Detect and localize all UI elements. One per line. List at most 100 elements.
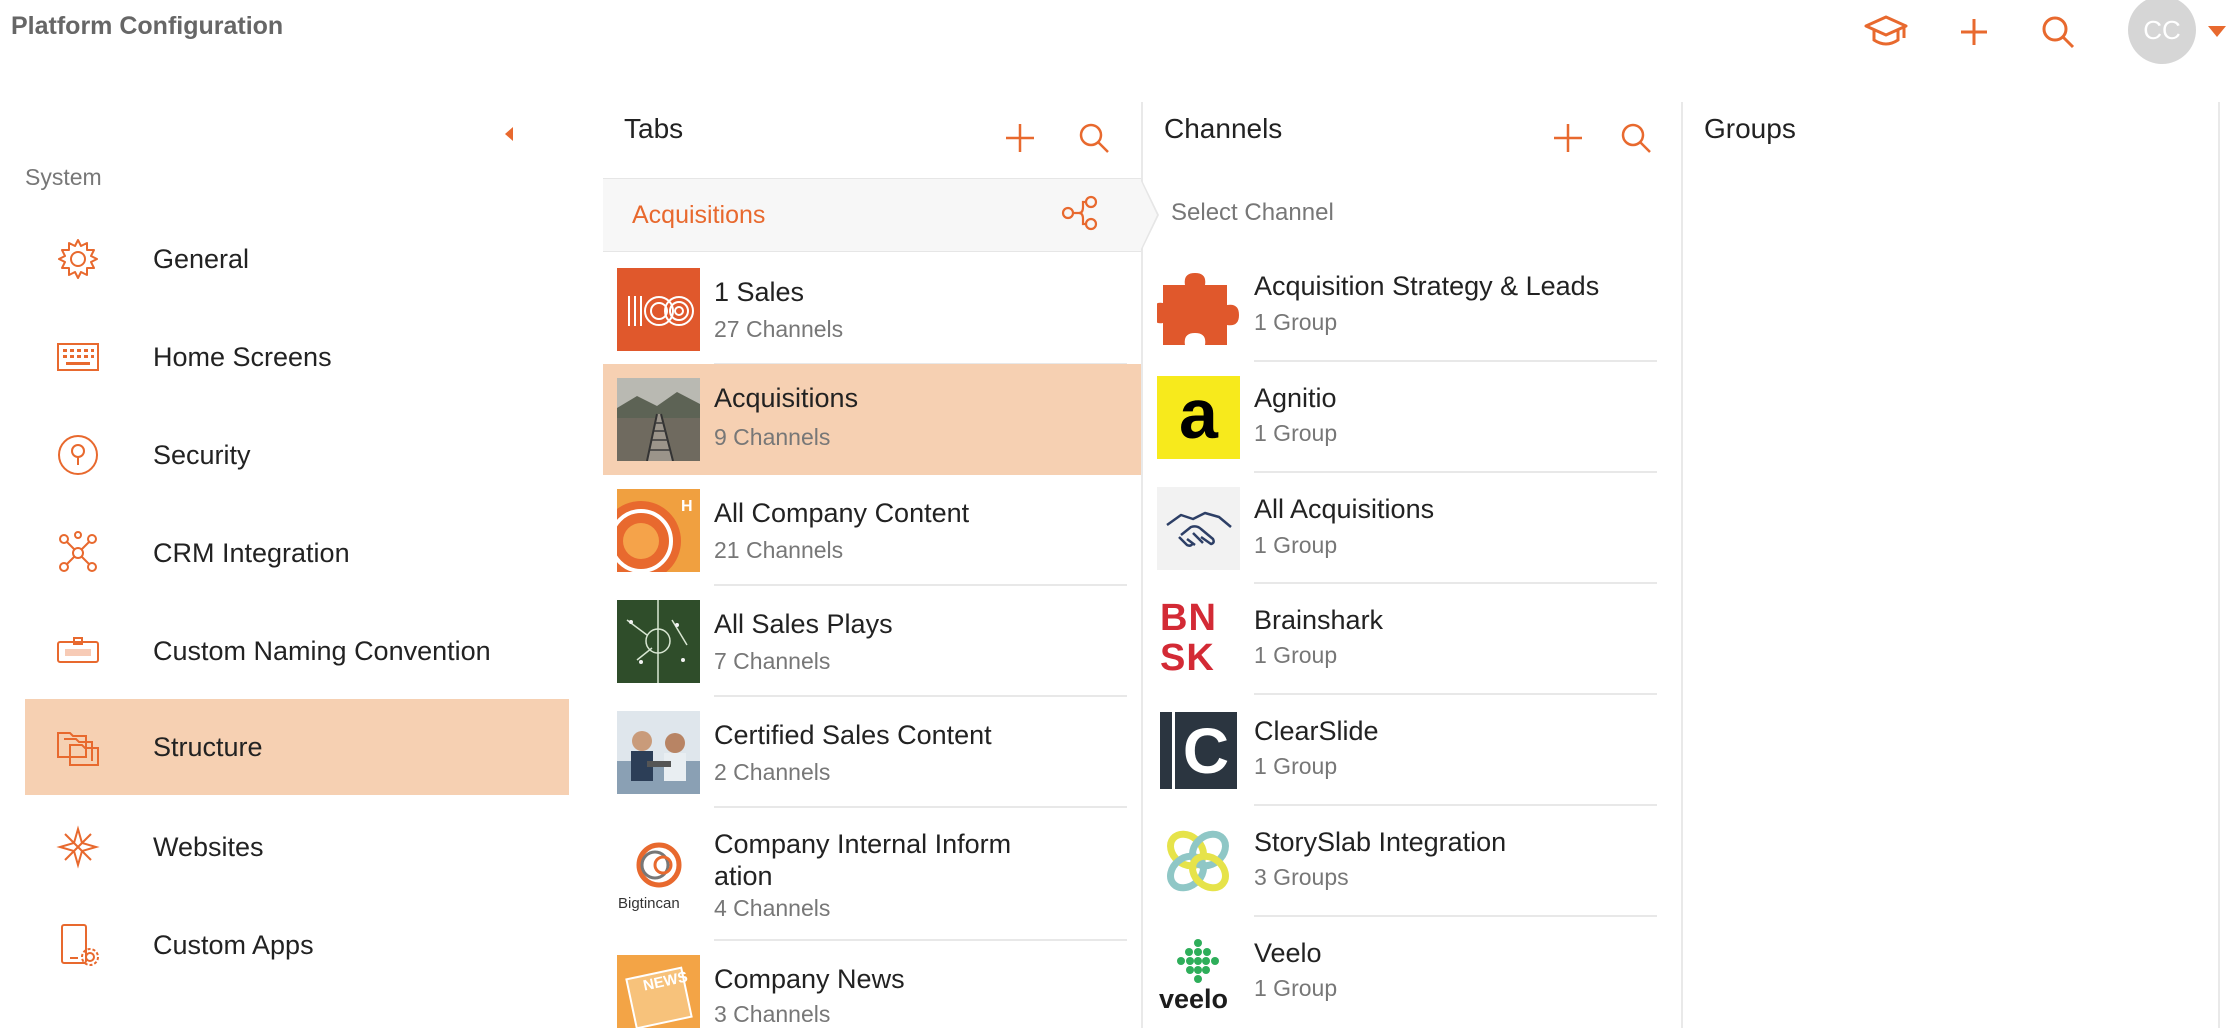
channel-row[interactable]: StorySlab Integration 3 Groups	[1143, 806, 1671, 917]
tab-name: Acquisitions	[714, 383, 859, 413]
channels-title: Channels	[1164, 113, 1283, 144]
svg-text:H: H	[681, 498, 693, 515]
channel-row[interactable]: a Agnitio 1 Group	[1143, 362, 1671, 473]
tab-name: Company Internal Inform ation	[714, 829, 1012, 891]
tab-name: All Company Content	[714, 498, 970, 528]
thumb-logo-text: veelo	[1159, 984, 1229, 1014]
thumb-logo-text: a	[1179, 376, 1218, 453]
thumb-logo-text: C	[1182, 714, 1230, 787]
sidebar-item-custom-apps[interactable]: Custom Apps	[25, 897, 569, 993]
tab-thumbnail	[617, 268, 700, 351]
channel-name: Veelo	[1254, 938, 1322, 968]
channel-thumbnail: C	[1157, 709, 1240, 792]
tab-name: 1 Sales	[714, 277, 805, 307]
tab-thumbnail	[617, 711, 700, 794]
folders-icon	[53, 722, 103, 772]
tab-row[interactable]: 1 Sales 27 Channels	[603, 254, 1141, 365]
tab-thumbnail: Bigtincan	[617, 833, 700, 916]
sidebar-item-label: General	[153, 243, 250, 274]
keyboard-icon	[53, 332, 103, 382]
tab-row[interactable]: Certified Sales Content 2 Channels	[603, 697, 1141, 808]
channel-row[interactable]: All Acquisitions 1 Group	[1143, 473, 1671, 584]
channel-thumbnail: BNSK	[1157, 598, 1240, 681]
channel-row[interactable]: BNSK Brainshark 1 Group	[1143, 584, 1671, 695]
tab-thumbnail	[617, 378, 700, 461]
channel-name: Agnitio	[1254, 383, 1337, 413]
sidebar-item-security[interactable]: Security	[25, 407, 569, 503]
selected-tab-bar[interactable]: Acquisitions	[603, 178, 1141, 252]
chevron-down-icon[interactable]	[2208, 26, 2226, 37]
channel-row[interactable]: Acquisition Strategy & Leads 1 Group	[1143, 251, 1671, 362]
channel-group-count: 1 Group	[1254, 642, 1338, 668]
sidebar-item-crm-integration[interactable]: CRM Integration	[25, 505, 569, 601]
sidebar-item-label: Custom Naming Convention	[153, 635, 491, 666]
gear-icon	[53, 234, 103, 284]
channel-name: StorySlab Integration	[1254, 827, 1507, 857]
tab-row[interactable]: H All Company Content 21 Channels	[603, 475, 1141, 586]
tab-channel-count: 9 Channels	[714, 424, 831, 450]
tab-row[interactable]: All Sales Plays 7 Channels	[603, 586, 1141, 697]
channel-thumbnail	[1157, 487, 1240, 570]
channel-group-count: 3 Groups	[1254, 864, 1349, 890]
avatar[interactable]: CC	[2128, 0, 2196, 64]
tab-thumbnail	[617, 600, 700, 683]
channel-group-count: 1 Group	[1254, 309, 1338, 335]
collapse-sidebar-icon[interactable]	[505, 127, 513, 141]
channel-group-count: 1 Group	[1254, 532, 1338, 558]
tab-thumbnail: H	[617, 489, 700, 572]
search-channels-icon[interactable]	[1614, 116, 1658, 160]
channel-row[interactable]: veelo Veelo 1 Group	[1143, 917, 1671, 1028]
name-tag-icon	[53, 626, 103, 676]
select-channel-placeholder: Select Channel	[1171, 199, 1334, 226]
compass-icon	[53, 822, 103, 872]
channel-group-count: 1 Group	[1254, 975, 1338, 1001]
column-divider	[2218, 102, 2220, 1028]
sidebar-item-websites[interactable]: Websites	[25, 799, 569, 895]
sidebar-item-structure[interactable]: Structure	[25, 699, 569, 795]
tab-row[interactable]: NEWS Company News 3 Channels	[603, 941, 1141, 1028]
sidebar-item-label: Structure	[153, 731, 263, 762]
tab-channel-count: 4 Channels	[714, 895, 831, 921]
sidebar-item-home-screens[interactable]: Home Screens	[25, 309, 569, 405]
thumb-logo-text: Bigtincan	[618, 895, 680, 912]
thumb-logo-text: BNSK	[1160, 598, 1217, 679]
tab-row[interactable]: Bigtincan Company Internal Inform ation …	[603, 808, 1141, 941]
page-title: Platform Configuration	[11, 12, 284, 40]
tab-channel-count: 2 Channels	[714, 759, 831, 785]
plus-icon[interactable]	[1950, 8, 1998, 56]
search-tabs-icon[interactable]	[1072, 116, 1116, 160]
search-icon[interactable]	[2034, 8, 2082, 56]
channel-group-count: 1 Group	[1254, 753, 1338, 779]
add-tab-plus-icon[interactable]	[998, 116, 1042, 160]
channel-thumbnail: veelo	[1157, 931, 1240, 1014]
tab-thumbnail: NEWS	[617, 955, 700, 1028]
tab-channel-count: 7 Channels	[714, 648, 831, 674]
section-label: System	[25, 164, 102, 190]
graduation-cap-icon[interactable]	[1862, 8, 1910, 56]
breadcrumb-arrow	[1140, 178, 1159, 252]
sidebar-item-label: Home Screens	[153, 341, 332, 372]
tab-name: All Sales Plays	[714, 609, 893, 639]
channel-thumbnail	[1157, 820, 1240, 903]
sidebar-item-label: Custom Apps	[153, 929, 314, 960]
network-icon	[53, 528, 103, 578]
tab-channel-count: 21 Channels	[714, 537, 844, 563]
tab-row[interactable]: Acquisitions 9 Channels	[603, 364, 1141, 475]
lock-circle-icon	[53, 430, 103, 480]
channel-name: Brainshark	[1254, 605, 1384, 635]
groups-title: Groups	[1704, 113, 1796, 144]
channel-name: ClearSlide	[1254, 716, 1379, 746]
channel-thumbnail	[1157, 265, 1240, 348]
channel-row[interactable]: C ClearSlide 1 Group	[1143, 695, 1671, 806]
sidebar-item-general[interactable]: General	[25, 211, 569, 307]
sidebar-item-custom-naming-convention[interactable]: Custom Naming Convention	[25, 603, 569, 699]
add-channel-plus-icon[interactable]	[1546, 116, 1590, 160]
selected-tab-label: Acquisitions	[632, 201, 766, 229]
tablet-gear-icon	[53, 920, 103, 970]
channel-thumbnail: a	[1157, 376, 1240, 459]
tab-name: Company News	[714, 964, 905, 994]
share-icon[interactable]	[1061, 195, 1099, 236]
tab-channel-count: 3 Channels	[714, 1001, 831, 1027]
sidebar-item-label: CRM Integration	[153, 537, 350, 568]
tabs-title: Tabs	[624, 113, 684, 144]
